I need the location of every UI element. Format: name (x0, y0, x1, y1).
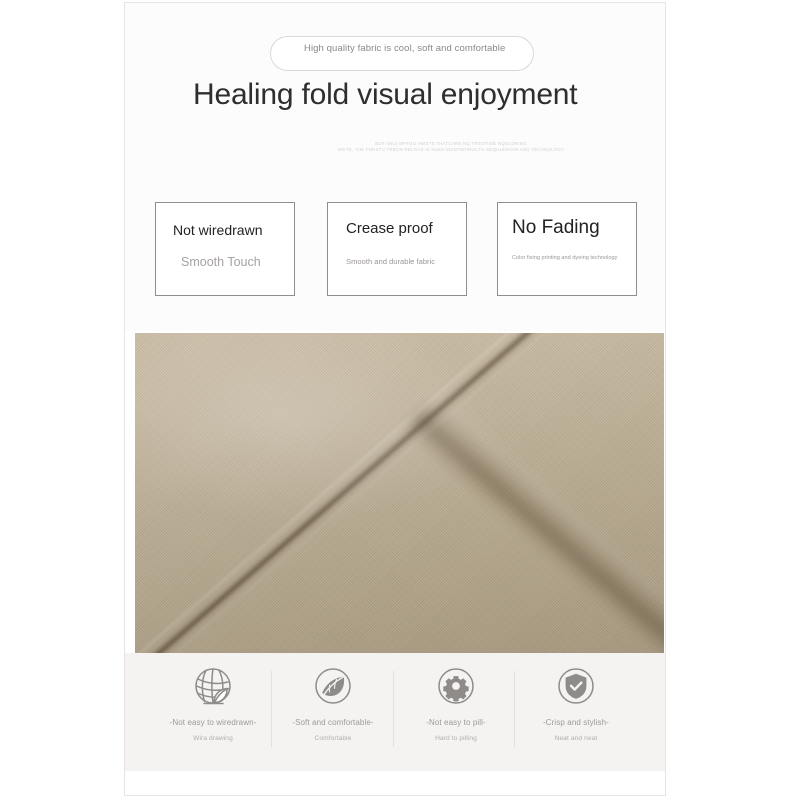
icon-sublabel: Hard to pilling (435, 735, 477, 742)
feature-box-crease-proof[interactable]: Crease proof Smooth and durable fabric (327, 202, 467, 296)
feature-box-title: Crease proof (346, 220, 433, 237)
gear-circle-icon (433, 665, 479, 711)
leaf-circle-icon (310, 665, 356, 711)
icon-cell-divider (393, 671, 394, 747)
icon-cell-crisp-and-stylish[interactable]: -Crisp and stylish- Neat and neat (516, 653, 636, 771)
feature-box-no-fading[interactable]: No Fading Color fixing printing and dyei… (497, 202, 637, 296)
feature-box-row: Not wiredrawn Smooth Touch Crease proof … (125, 202, 665, 298)
page-root: High quality fabric is cool, soft and co… (0, 0, 800, 800)
feature-box-title: No Fading (512, 217, 600, 238)
icon-label: -Not easy to wiredrawn- (169, 718, 257, 727)
icon-cell-not-easy-to-wiredrawn[interactable]: -Not easy to wiredrawn- Wira drawing (153, 653, 273, 771)
feature-icon-strip: -Not easy to wiredrawn- Wira drawing -So… (125, 653, 665, 771)
icon-sublabel: Neat and neat (554, 735, 598, 742)
product-detail-card: High quality fabric is cool, soft and co… (124, 2, 666, 796)
quality-badge-text: High quality fabric is cool, soft and co… (304, 43, 506, 54)
subheadline-line-2: NXITE, THE FNRSTU TRBON RELOAS IK NAED M… (337, 147, 565, 153)
subheadline-microtext: BUT ANU) MPTGU HWSTS THATCARE NQ TRESTIS… (321, 141, 581, 154)
card-bottom-spacer (125, 771, 665, 795)
icon-sublabel: Comfortable (314, 735, 352, 742)
icon-label: -Crisp and stylish- (543, 718, 609, 727)
icon-cell-not-easy-to-pill[interactable]: -Not easy to pill- Hard to pilling (396, 653, 516, 771)
icon-cell-soft-and-comfortable[interactable]: -Soft and comfortable- Comfortable (273, 653, 393, 771)
icon-label: -Not easy to pill- (426, 718, 486, 727)
page-title: Healing fold visual enjoyment (193, 78, 578, 111)
feature-box-not-wiredrawn[interactable]: Not wiredrawn Smooth Touch (155, 202, 295, 296)
quality-badge-pill: High quality fabric is cool, soft and co… (270, 36, 534, 71)
feature-box-subtitle: Smooth and durable fabric (346, 257, 436, 266)
shield-check-circle-icon (553, 665, 599, 711)
feature-box-title: Not wiredrawn (173, 222, 263, 238)
top-text-panel: High quality fabric is cool, soft and co… (125, 3, 665, 331)
yarn-ball-leaf-icon (190, 665, 236, 711)
fabric-product-photo[interactable] (135, 333, 664, 653)
feature-box-subtitle: Smooth Touch (181, 255, 261, 269)
feature-box-subtitle: Color fixing printing and dyeing technol… (512, 255, 618, 261)
icon-sublabel: Wira drawing (193, 735, 233, 742)
icon-label: -Soft and comfortable- (292, 718, 374, 727)
